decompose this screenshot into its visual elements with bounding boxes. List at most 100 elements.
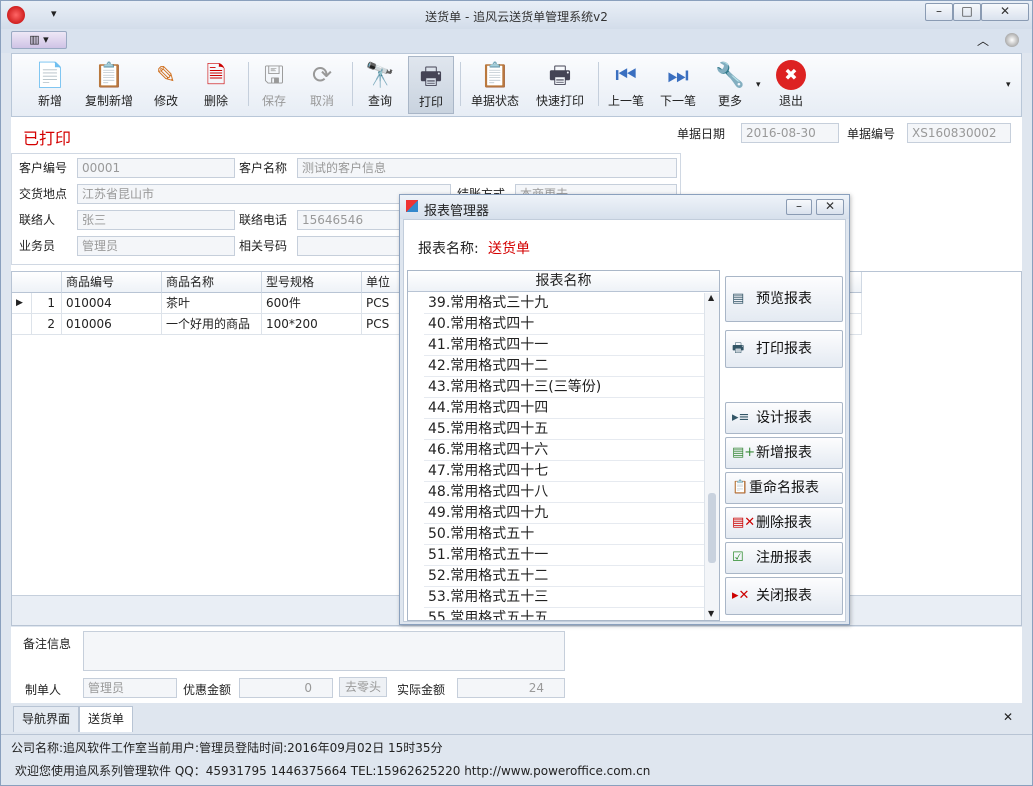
- preview-report-button[interactable]: ▤ 预览报表: [725, 276, 843, 322]
- more-label: 更多: [717, 94, 742, 108]
- layout-menu-button[interactable]: ▥ ▾: [11, 31, 67, 49]
- dialog-minimize-button[interactable]: –: [786, 199, 812, 215]
- design-icon: ▸≡: [732, 410, 750, 425]
- scroll-down-icon[interactable]: ▼: [708, 609, 714, 618]
- row-indicator: [12, 314, 32, 335]
- report-list-item[interactable]: 43.常用格式四十三(三等份): [424, 377, 704, 398]
- table-cell[interactable]: 600件: [262, 293, 362, 314]
- maximize-button[interactable]: □: [953, 3, 981, 21]
- report-list-item[interactable]: 41.常用格式四十一: [424, 335, 704, 356]
- discount-label: 优惠金额: [183, 683, 232, 697]
- tab-navigation[interactable]: 导航界面: [13, 706, 80, 732]
- exit-button[interactable]: ✖ 退出: [772, 56, 810, 114]
- report-list-item[interactable]: 48.常用格式四十八: [424, 482, 704, 503]
- report-list-item[interactable]: 46.常用格式四十六: [424, 440, 704, 461]
- toolbar-options-icon[interactable]: ▾: [1006, 80, 1011, 90]
- actual-amount-field[interactable]: 24: [457, 678, 565, 698]
- delete-report-button[interactable]: ▤✕ 删除报表: [725, 507, 843, 539]
- phone-label: 联络电话: [239, 213, 288, 227]
- grid-row-indicator-header: [12, 272, 62, 293]
- report-list-item[interactable]: 53.常用格式五十三: [424, 587, 704, 608]
- previous-button[interactable]: ⏮ 上一笔: [606, 56, 646, 114]
- scroll-thumb[interactable]: [708, 493, 716, 563]
- report-list-item[interactable]: 52.常用格式五十二: [424, 566, 704, 587]
- salesperson-field[interactable]: 管理员: [77, 236, 235, 256]
- report-list-item[interactable]: 44.常用格式四十四: [424, 398, 704, 419]
- report-list-item[interactable]: 47.常用格式四十七: [424, 461, 704, 482]
- date-field[interactable]: 2016-08-30: [741, 123, 839, 143]
- customer-name-field[interactable]: 测试的客户信息: [297, 158, 677, 178]
- new-label: 新增: [37, 94, 62, 108]
- report-list-item[interactable]: 39.常用格式三十九: [424, 293, 704, 314]
- round-off-button[interactable]: 去零头: [339, 677, 387, 697]
- quick-print-button[interactable]: 🖶 快速打印: [532, 56, 588, 114]
- minimize-button[interactable]: –: [925, 3, 953, 21]
- status-bar-contact: 欢迎您使用追风系列管理软件 QQ：45931795 1446375664 TEL…: [1, 758, 1032, 785]
- report-list-item[interactable]: 40.常用格式四十: [424, 314, 704, 335]
- add-report-label: 新增报表: [756, 445, 812, 461]
- table-cell[interactable]: 010006: [62, 314, 162, 335]
- tab-delivery-note[interactable]: 送货单: [79, 706, 134, 732]
- close-window-button[interactable]: ✕: [981, 3, 1029, 21]
- print-button[interactable]: 🖶 打印: [408, 56, 454, 114]
- add-report-button[interactable]: ▤+ 新增报表: [725, 437, 843, 469]
- next-button[interactable]: ⏭ 下一笔: [658, 56, 698, 114]
- first-arrow-icon: ⏮: [615, 61, 637, 89]
- report-list-item[interactable]: 51.常用格式五十一: [424, 545, 704, 566]
- design-report-button[interactable]: ▸≡ 设计报表: [725, 402, 843, 434]
- column-header[interactable]: 商品编号: [62, 272, 162, 293]
- customer-no-field[interactable]: 00001: [77, 158, 235, 178]
- cancel-button[interactable]: ⟳ 取消: [304, 56, 340, 114]
- dialog-close-button[interactable]: ✕: [816, 199, 844, 215]
- printer-icon: 🖶: [419, 62, 443, 90]
- discount-field[interactable]: 0: [239, 678, 333, 698]
- delivery-field[interactable]: 江苏省昆山市: [77, 184, 451, 204]
- next-label: 下一笔: [659, 94, 696, 108]
- quick-print-label: 快速打印: [535, 94, 584, 108]
- close-report-button[interactable]: ▸✕ 关闭报表: [725, 577, 843, 615]
- status-contact-text: 欢迎您使用追风系列管理软件 QQ：45931795 1446375664 TEL…: [15, 764, 651, 778]
- report-list-item[interactable]: 42.常用格式四十二: [424, 356, 704, 377]
- preview-label: 预览报表: [756, 291, 812, 307]
- new-button[interactable]: 📄 新增: [32, 56, 68, 114]
- report-list-scrollbar[interactable]: ▲ ▼: [704, 293, 719, 620]
- table-cell[interactable]: 一个好用的商品: [162, 314, 262, 335]
- theme-icon[interactable]: [1005, 33, 1019, 47]
- report-list-item[interactable]: 55.常用格式五十五: [424, 608, 704, 620]
- dialog-title: 报表管理器: [424, 204, 490, 219]
- print-label: 打印: [418, 95, 443, 109]
- cancel-label: 取消: [309, 94, 334, 108]
- more-button[interactable]: 🔧 更多: [710, 56, 750, 114]
- edit-button[interactable]: ✎ 修改: [148, 56, 184, 114]
- doc-status-button[interactable]: 📋 单据状态: [468, 56, 522, 114]
- scroll-up-icon[interactable]: ▲: [708, 293, 714, 302]
- rename-report-button[interactable]: 📋 重命名报表: [725, 472, 843, 504]
- delete-button[interactable]: 🗎 删除: [198, 56, 234, 114]
- more-dropdown-icon[interactable]: ▾: [756, 80, 761, 90]
- print-report-button[interactable]: 🖶 打印报表: [725, 330, 843, 368]
- table-cell[interactable]: 2: [32, 314, 62, 335]
- table-cell[interactable]: 100*200: [262, 314, 362, 335]
- report-list-item[interactable]: 50.常用格式五十: [424, 524, 704, 545]
- check-icon: ☑: [732, 550, 744, 565]
- table-cell[interactable]: 茶叶: [162, 293, 262, 314]
- column-header[interactable]: 型号规格: [262, 272, 362, 293]
- collapse-ribbon-icon[interactable]: ︿: [977, 32, 989, 49]
- copy-new-button[interactable]: 📋 复制新增: [80, 56, 138, 114]
- doc-no-field[interactable]: XS160830002: [907, 123, 1011, 143]
- remark-textarea[interactable]: [83, 631, 565, 671]
- contact-field[interactable]: 张三: [77, 210, 235, 230]
- report-list-item[interactable]: 49.常用格式四十九: [424, 503, 704, 524]
- maker-field[interactable]: 管理员: [83, 678, 177, 698]
- last-arrow-icon: ⏭: [667, 61, 689, 89]
- table-cell[interactable]: 010004: [62, 293, 162, 314]
- close-tab-icon[interactable]: ✕: [1003, 710, 1013, 724]
- query-button[interactable]: 🔭 查询: [362, 56, 398, 114]
- report-list: 报表名称 39.常用格式三十九 40.常用格式四十 41.常用格式四十一 42.…: [407, 270, 720, 621]
- register-report-button[interactable]: ☑ 注册报表: [725, 542, 843, 574]
- table-cell[interactable]: 1: [32, 293, 62, 314]
- binoculars-icon: 🔭: [365, 61, 395, 89]
- save-button[interactable]: 🖫 保存: [256, 56, 292, 114]
- column-header[interactable]: 商品名称: [162, 272, 262, 293]
- report-list-item[interactable]: 45.常用格式四十五: [424, 419, 704, 440]
